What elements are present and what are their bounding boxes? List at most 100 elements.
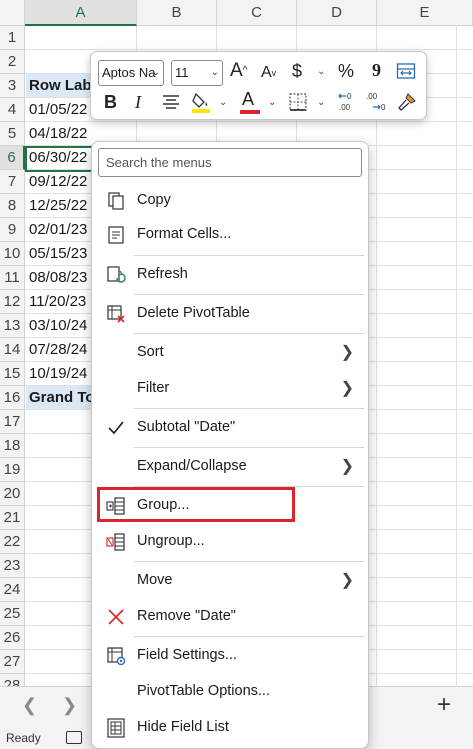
format-cells-icon [108, 226, 124, 244]
font-color-button[interactable]: A [242, 89, 254, 109]
row-header[interactable]: 8 [0, 194, 25, 218]
menu-item-sort[interactable]: Sort ❯ [92, 336, 368, 370]
chevron-right-icon: ❯ [340, 458, 354, 475]
chevron-right-icon: ❯ [340, 380, 354, 397]
menu-item-delete-pivottable[interactable]: Delete PivotTable [92, 297, 368, 331]
row-header[interactable]: 17 [0, 410, 25, 434]
row-header[interactable]: 13 [0, 314, 25, 338]
chevron-down-icon[interactable]: ⌄ [219, 97, 227, 108]
menu-separator [134, 561, 364, 562]
menu-item-label: Hide Field List [137, 719, 229, 735]
row-header[interactable]: 25 [0, 602, 25, 626]
row-header[interactable]: 2 [0, 50, 25, 74]
bold-button[interactable]: B [104, 92, 117, 112]
menu-item-label: Expand/Collapse [137, 458, 247, 474]
menu-item-format-cells[interactable]: Format Cells... [92, 218, 368, 252]
chevron-down-icon: ⌄ [210, 67, 219, 78]
svg-text:.00: .00 [339, 103, 351, 112]
menu-separator [134, 294, 364, 295]
row-header[interactable]: 5 [0, 122, 25, 146]
format-painter-icon[interactable] [396, 91, 418, 113]
percent-style-button[interactable]: % [338, 61, 354, 81]
copy-icon [108, 192, 124, 210]
column-header-c[interactable]: C [217, 0, 297, 26]
row-header[interactable]: 26 [0, 626, 25, 650]
font-name-dropdown[interactable]: Aptos Na ⌄ [98, 60, 164, 86]
menu-item-remove-field[interactable]: Remove "Date" [92, 600, 368, 634]
row-header[interactable]: 6 [0, 146, 25, 170]
row-header[interactable]: 28 [0, 674, 25, 686]
row-header[interactable]: 10 [0, 242, 25, 266]
row-header[interactable]: 3 [0, 74, 25, 98]
column-header-e[interactable]: E [377, 0, 473, 26]
row-header[interactable]: 22 [0, 530, 25, 554]
row-header[interactable]: 19 [0, 458, 25, 482]
column-header-a[interactable]: A [25, 0, 137, 26]
align-center-icon[interactable] [161, 93, 181, 111]
menu-item-copy[interactable]: Copy [92, 184, 368, 218]
row-header[interactable]: 11 [0, 266, 25, 290]
chevron-down-icon[interactable]: ⌄ [317, 66, 325, 77]
italic-button[interactable]: I [135, 92, 141, 112]
font-size-dropdown[interactable]: 11 ⌄ [171, 60, 223, 86]
scroll-sheets-right-icon[interactable]: ❯ [62, 695, 77, 716]
row-header[interactable]: 20 [0, 482, 25, 506]
chevron-down-icon[interactable]: ⌄ [317, 97, 325, 108]
row-header[interactable]: 27 [0, 650, 25, 674]
menu-item-label: PivotTable Options... [137, 683, 270, 699]
svg-text:0: 0 [347, 92, 352, 101]
menu-item-refresh[interactable]: Refresh [92, 258, 368, 292]
row-header[interactable]: 18 [0, 434, 25, 458]
select-all-corner[interactable] [0, 0, 25, 26]
row-header[interactable]: 1 [0, 26, 25, 50]
row-header[interactable]: 12 [0, 290, 25, 314]
menu-separator [134, 447, 364, 448]
increase-font-size-button[interactable]: A^ [230, 61, 247, 81]
svg-text:0: 0 [381, 103, 386, 112]
menu-item-expand-collapse[interactable]: Expand/Collapse ❯ [92, 450, 368, 484]
row-header[interactable]: 7 [0, 170, 25, 194]
currency-format-button[interactable]: $ [292, 61, 302, 81]
menu-item-ungroup[interactable]: Ungroup... [92, 525, 368, 559]
accessibility-icon[interactable] [66, 731, 82, 744]
row-header[interactable]: 15 [0, 362, 25, 386]
menu-item-field-settings[interactable]: Field Settings... [92, 639, 368, 673]
chevron-right-icon: ❯ [340, 572, 354, 589]
decrease-font-size-button[interactable]: Av [261, 63, 276, 83]
row-header[interactable]: 24 [0, 578, 25, 602]
column-header-b[interactable]: B [137, 0, 217, 26]
menu-item-label: Ungroup... [137, 533, 205, 549]
decrease-decimal-icon[interactable]: .00 0 [364, 90, 388, 114]
menu-item-label: Delete PivotTable [137, 305, 250, 321]
font-color-swatch [240, 110, 260, 114]
column-header-d[interactable]: D [297, 0, 377, 26]
caret-up-icon: ^ [242, 65, 248, 76]
chevron-down-icon[interactable]: ⌄ [268, 97, 276, 108]
row-header[interactable]: 4 [0, 98, 25, 122]
row-header[interactable]: 21 [0, 506, 25, 530]
status-ready: Ready [6, 731, 41, 745]
menu-item-hide-field-list[interactable]: Hide Field List [92, 711, 368, 745]
search-menus-input[interactable]: Search the menus [98, 148, 362, 177]
comma-style-button[interactable]: 9 [372, 60, 381, 80]
fill-color-icon[interactable] [190, 90, 212, 114]
row-header[interactable]: 16 [0, 386, 25, 410]
gridline [456, 26, 457, 686]
context-menu: Search the menus Copy Format Cells... Re… [91, 141, 369, 749]
menu-item-move[interactable]: Move ❯ [92, 564, 368, 598]
menu-item-subtotal[interactable]: Subtotal "Date" [92, 411, 368, 445]
menu-item-pivottable-options[interactable]: PivotTable Options... [92, 675, 368, 709]
row-header[interactable]: 14 [0, 338, 25, 362]
row-header[interactable]: 23 [0, 554, 25, 578]
menu-item-label: Filter [137, 380, 170, 396]
increase-decimal-icon[interactable]: 0 .00 [336, 90, 360, 114]
scroll-sheets-left-icon[interactable]: ❮ [22, 695, 37, 716]
font-name-value: Aptos Na [102, 65, 156, 80]
menu-item-group[interactable]: Group... [92, 489, 368, 523]
menu-item-label: Refresh [137, 266, 188, 282]
menu-item-filter[interactable]: Filter ❯ [92, 372, 368, 406]
wrap-text-icon[interactable] [396, 61, 416, 81]
row-header[interactable]: 9 [0, 218, 25, 242]
borders-icon[interactable] [288, 92, 308, 112]
add-sheet-button[interactable]: + [437, 691, 451, 719]
